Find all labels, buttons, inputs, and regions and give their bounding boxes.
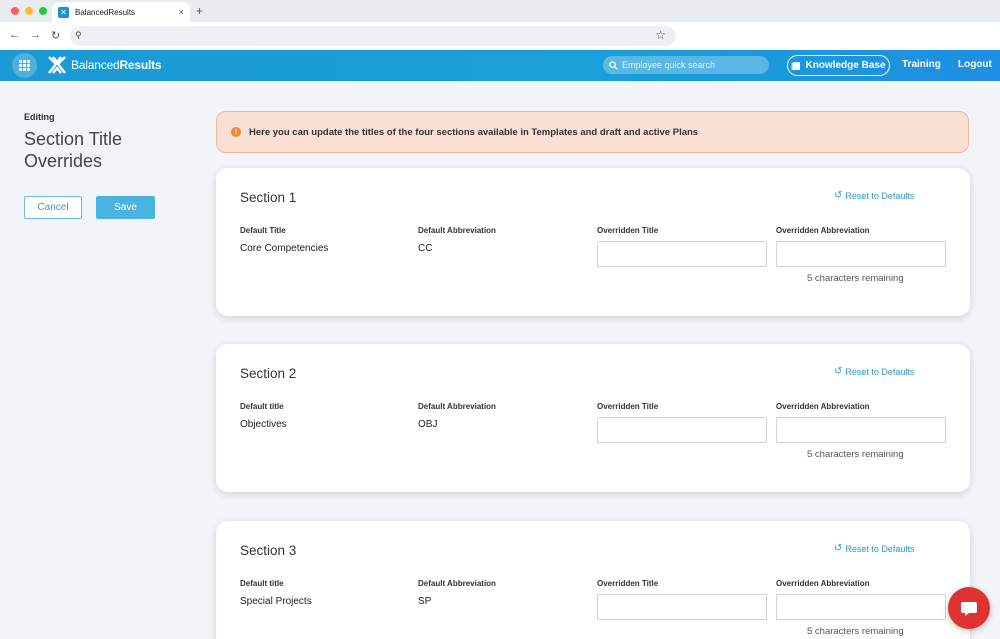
section-title: Section 3	[240, 543, 297, 558]
default-abbreviation-value: SP	[418, 596, 432, 607]
search-icon	[609, 60, 618, 70]
app-menu-button[interactable]	[12, 53, 37, 78]
chat-button[interactable]	[948, 587, 990, 629]
default-title-header: Default title	[240, 579, 284, 588]
minimize-window-button[interactable]	[25, 7, 33, 15]
default-abbreviation-value: CC	[418, 243, 433, 254]
overridden-title-input[interactable]	[597, 594, 767, 620]
overridden-title-header: Overridden Title	[597, 402, 659, 411]
app-logo[interactable]: BalancedResults	[47, 55, 162, 75]
undo-icon: ↺	[834, 366, 843, 377]
overridden-title-header: Overridden Title	[597, 579, 659, 588]
page-title: Section Title Overrides	[24, 129, 123, 171]
chat-icon	[961, 602, 977, 616]
window-controls	[11, 7, 47, 15]
undo-icon: ↺	[834, 190, 843, 201]
default-title-header: Default Title	[240, 226, 286, 235]
section-card-2: Section 2 ↺ Reset to Defaults Default ti…	[216, 344, 970, 492]
tab-bar: ✕ BalancedResults × +	[0, 0, 1000, 22]
employee-search	[603, 56, 769, 74]
default-abbreviation-header: Default Abbreviation	[418, 579, 496, 588]
close-window-button[interactable]	[11, 7, 19, 15]
save-button[interactable]: Save	[96, 196, 155, 219]
undo-icon: ↺	[834, 543, 843, 554]
logo-mark-icon	[48, 56, 66, 74]
tab-close-icon[interactable]: ×	[179, 7, 184, 17]
section-card-1: Section 1 ↺ Reset to Defaults Default Ti…	[216, 168, 970, 316]
default-title-value: Special Projects	[240, 596, 312, 607]
section-title: Section 1	[240, 190, 297, 205]
overridden-abbreviation-header: Overridden Abbreviation	[776, 226, 870, 235]
back-icon[interactable]: ←	[9, 29, 20, 41]
favicon-icon: ✕	[58, 6, 69, 18]
app-header: BalancedResults Knowledge Base Training …	[0, 50, 1000, 81]
overridden-abbreviation-header: Overridden Abbreviation	[776, 579, 870, 588]
tab-title: BalancedResults	[75, 7, 136, 17]
logout-link[interactable]: Logout	[958, 59, 992, 70]
characters-remaining: 5 characters remaining	[807, 626, 904, 637]
reset-label: Reset to Defaults	[845, 190, 915, 201]
reset-to-defaults-link[interactable]: ↺ Reset to Defaults	[834, 543, 914, 554]
knowledge-base-button[interactable]: Knowledge Base	[787, 55, 890, 76]
bookmark-star-icon[interactable]: ☆	[655, 28, 666, 42]
info-notice: ! Here you can update the titles of the …	[216, 111, 969, 153]
overridden-title-input[interactable]	[597, 417, 767, 443]
new-tab-button[interactable]: +	[196, 4, 203, 18]
characters-remaining: 5 characters remaining	[807, 449, 904, 460]
training-link[interactable]: Training	[902, 59, 941, 70]
overridden-abbreviation-input[interactable]	[776, 594, 946, 620]
address-bar[interactable]: ⚲ ☆	[70, 26, 676, 46]
overridden-abbreviation-header: Overridden Abbreviation	[776, 402, 870, 411]
default-abbreviation-value: OBJ	[418, 419, 438, 430]
maximize-window-button[interactable]	[39, 7, 47, 15]
reset-label: Reset to Defaults	[845, 366, 915, 377]
cancel-button[interactable]: Cancel	[24, 196, 82, 219]
default-title-value: Core Competencies	[240, 243, 329, 254]
section-title: Section 2	[240, 366, 297, 381]
reset-to-defaults-link[interactable]: ↺ Reset to Defaults	[834, 366, 914, 377]
forward-icon[interactable]: →	[30, 29, 41, 41]
reset-to-defaults-link[interactable]: ↺ Reset to Defaults	[834, 190, 914, 201]
reset-label: Reset to Defaults	[845, 543, 915, 554]
knowledge-base-label: Knowledge Base	[805, 60, 886, 71]
overridden-title-header: Overridden Title	[597, 226, 659, 235]
reload-icon[interactable]: ↻	[51, 29, 60, 42]
default-title-value: Objectives	[240, 419, 287, 430]
browser-tab[interactable]: ✕ BalancedResults ×	[52, 2, 190, 22]
site-info-icon[interactable]: ⚲	[75, 30, 82, 41]
browser-chrome: ✕ BalancedResults × + ← → ↻ ⚲ ☆	[0, 0, 1000, 50]
default-title-header: Default title	[240, 402, 284, 411]
notice-text: Here you can update the titles of the fo…	[249, 126, 699, 138]
section-card-3: Section 3 ↺ Reset to Defaults Default ti…	[216, 521, 970, 639]
overridden-abbreviation-input[interactable]	[776, 241, 946, 267]
default-abbreviation-header: Default Abbreviation	[418, 402, 496, 411]
warning-icon: !	[231, 127, 241, 137]
book-icon	[791, 61, 801, 70]
navigation-row: ← → ↻ ⚲ ☆	[0, 22, 1000, 50]
employee-search-input[interactable]	[622, 60, 762, 70]
default-abbreviation-header: Default Abbreviation	[418, 226, 496, 235]
characters-remaining: 5 characters remaining	[807, 273, 904, 284]
overridden-abbreviation-input[interactable]	[776, 417, 946, 443]
logo-text: BalancedResults	[71, 58, 162, 72]
editing-label: Editing	[24, 112, 55, 122]
overridden-title-input[interactable]	[597, 241, 767, 267]
grid-icon	[19, 60, 30, 71]
